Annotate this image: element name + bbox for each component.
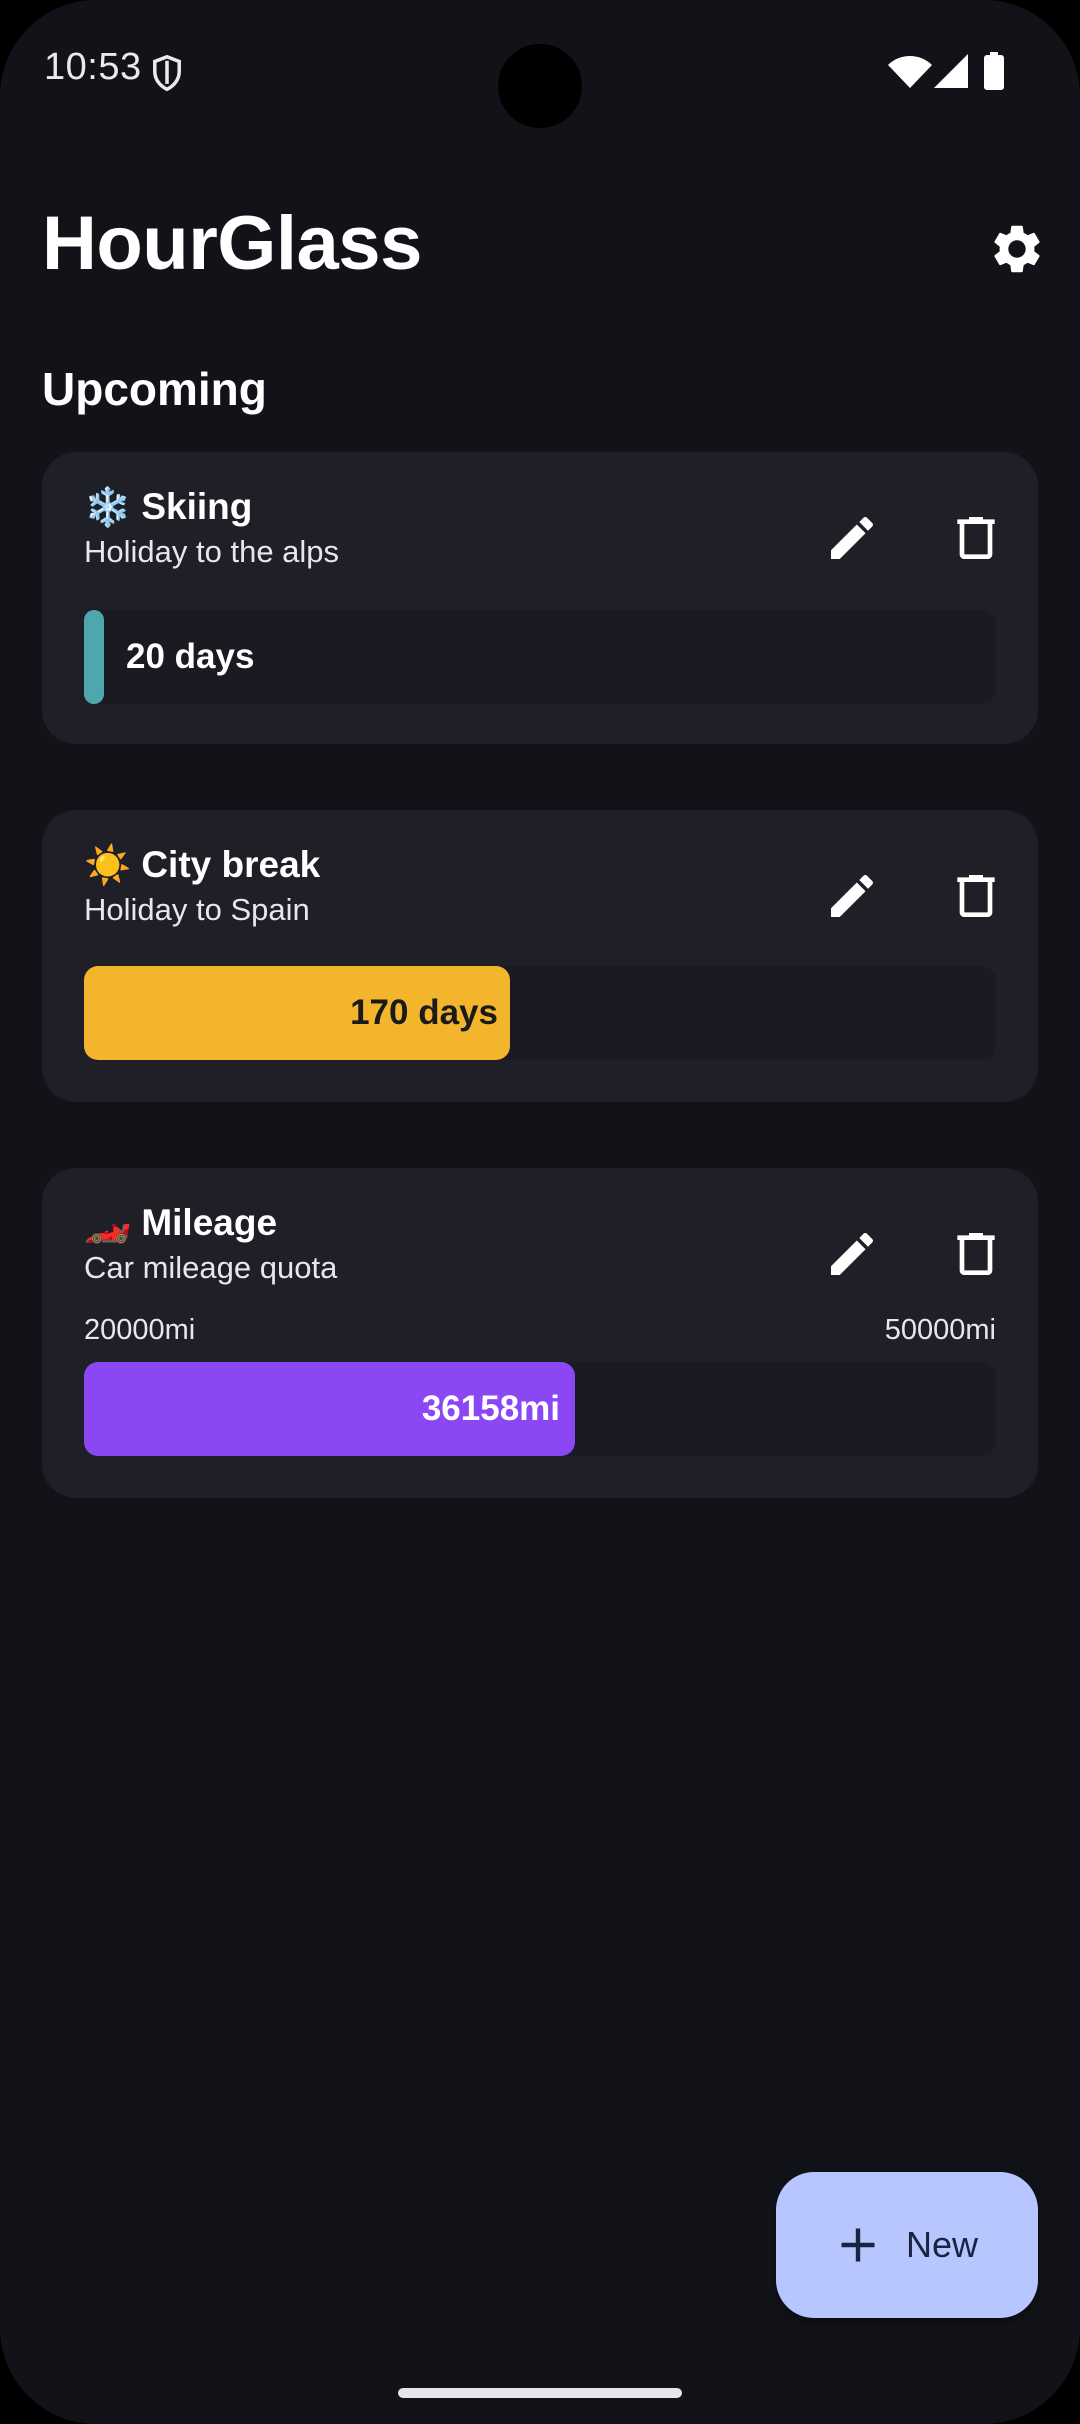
edit-button[interactable] [816, 1218, 888, 1290]
card-title-row: ❄️ Skiing [84, 486, 252, 528]
new-button[interactable]: New [776, 2172, 1038, 2318]
card-title: City break [141, 844, 321, 885]
battery-icon [984, 52, 1004, 90]
trash-icon [957, 517, 995, 559]
home-indicator[interactable] [398, 2388, 682, 2398]
progress-track: 20 days [84, 610, 996, 704]
camera-cutout [498, 44, 582, 128]
card-title: Mileage [141, 1202, 278, 1243]
card-title-row: ☀️ City break [84, 844, 320, 886]
countdown-card-mileage[interactable]: 🏎️ Mileage Car mileage quota 20000mi 500… [42, 1168, 1038, 1498]
status-time: 10:53 [44, 46, 142, 88]
trash-icon [957, 875, 995, 917]
signal-icon [934, 54, 968, 88]
progress-label: 170 days [350, 993, 498, 1032]
status-bar: 10:53 [0, 0, 1080, 140]
card-title-row: 🏎️ Mileage [84, 1202, 277, 1244]
snowflake-icon: ❄️ [84, 485, 132, 529]
progress-track: 36158mi [84, 1362, 996, 1456]
progress-label: 36158mi [421, 1389, 560, 1428]
settings-button[interactable] [982, 214, 1052, 284]
trash-icon [957, 1233, 995, 1275]
wifi-icon [888, 56, 932, 88]
gear-icon [994, 225, 1040, 273]
section-heading: Upcoming [42, 363, 267, 415]
card-subtitle: Holiday to Spain [84, 892, 310, 927]
app-title: HourGlass [42, 201, 422, 286]
range-min-label: 20000mi [84, 1314, 196, 1346]
delete-button[interactable] [940, 860, 1012, 932]
shield-icon [153, 54, 181, 92]
countdown-card-city-break[interactable]: ☀️ City break Holiday to Spain 170 days [42, 810, 1038, 1102]
edit-button[interactable] [816, 502, 888, 574]
delete-button[interactable] [940, 502, 1012, 574]
delete-button[interactable] [940, 1218, 1012, 1290]
pencil-icon [831, 1232, 874, 1275]
plus-icon [841, 2228, 875, 2262]
app-screen: 10:53 HourGlass Upcoming ❄️ Skiing Holid… [0, 0, 1080, 2424]
progress-label: 20 days [126, 637, 255, 676]
progress-fill [84, 610, 104, 704]
new-button-label: New [905, 2224, 979, 2265]
card-subtitle: Holiday to the alps [84, 534, 340, 569]
pencil-icon [831, 516, 874, 559]
sun-icon: ☀️ [84, 843, 132, 887]
countdown-card-skiing[interactable]: ❄️ Skiing Holiday to the alps 20 days [42, 452, 1038, 744]
pencil-icon [831, 874, 874, 917]
progress-track: 170 days [84, 966, 996, 1060]
edit-button[interactable] [816, 860, 888, 932]
range-max-label: 50000mi [884, 1314, 996, 1346]
race-car-icon: 🏎️ [84, 1201, 132, 1245]
card-title: Skiing [141, 486, 253, 527]
card-subtitle: Car mileage quota [84, 1250, 338, 1285]
